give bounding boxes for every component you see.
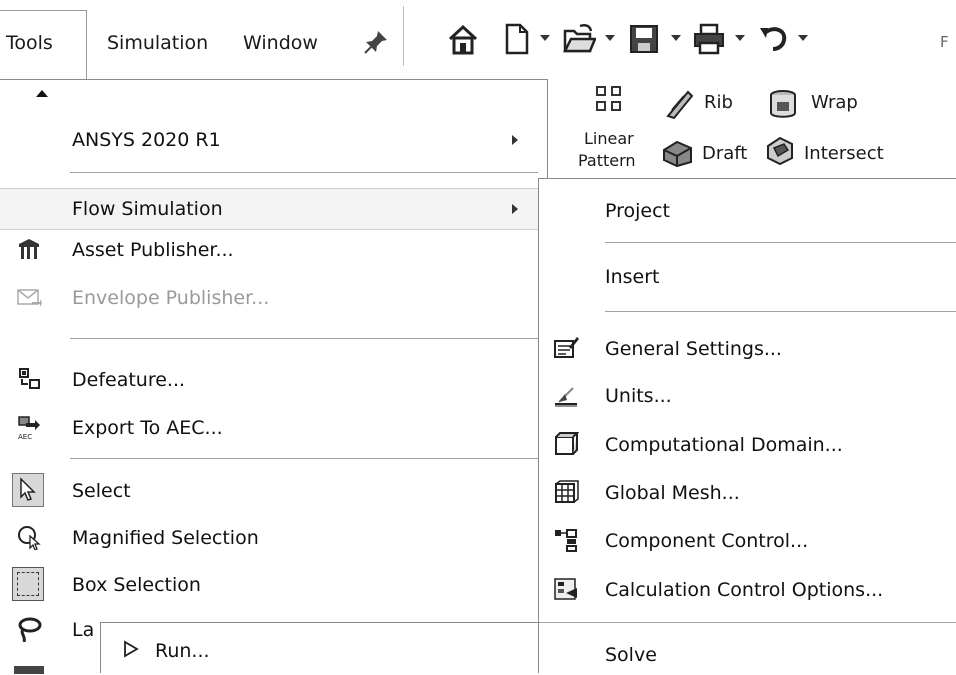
new-document-icon[interactable] [499, 22, 533, 56]
draft-icon[interactable] [661, 136, 693, 168]
menu-separator [70, 172, 538, 173]
menu-item-box-selection[interactable]: Box Selection [0, 565, 546, 605]
menu-item-asset-publisher-label: Asset Publisher... [72, 239, 234, 261]
menu-item-magnified-selection-label: Magnified Selection [72, 527, 259, 549]
calculation-control-icon [554, 578, 577, 600]
menu-bar: Tools Simulation Window F [0, 0, 956, 80]
menu-item-computational-domain[interactable]: Computational Domain... [539, 425, 955, 465]
undo-icon[interactable] [756, 22, 790, 56]
menu-simulation[interactable]: Simulation [107, 32, 208, 54]
save-dropdown-arrow[interactable] [671, 35, 681, 41]
menu-item-insert-label: Insert [605, 266, 660, 288]
flow-simulation-submenu: Project Insert General Settings... Units… [538, 178, 956, 673]
menu-item-box-selection-label: Box Selection [72, 574, 201, 596]
menu-item-calculation-control-options-label: Calculation Control Options... [605, 579, 884, 601]
menu-item-asset-publisher[interactable]: Asset Publisher... [0, 230, 546, 270]
menu-item-global-mesh-label: Global Mesh... [605, 482, 740, 504]
submenu-arrow-icon [512, 204, 518, 214]
menu-item-component-control-label: Component Control... [605, 530, 809, 552]
menu-item-defeature-label: Defeature... [72, 369, 186, 391]
home-icon[interactable] [446, 22, 480, 56]
menu-separator [70, 338, 538, 339]
wrap-label[interactable]: Wrap [811, 92, 858, 113]
menu-item-solve[interactable]: Solve [539, 635, 955, 675]
menu-item-export-to-aec-label: Export To AEC... [72, 417, 223, 439]
menu-item-flow-simulation-label: Flow Simulation [72, 198, 223, 220]
print-dropdown-arrow[interactable] [735, 35, 745, 41]
save-icon[interactable] [627, 22, 661, 56]
menu-window[interactable]: Window [243, 32, 318, 54]
open-dropdown-arrow[interactable] [605, 35, 615, 41]
intersect-label[interactable]: Intersect [804, 143, 884, 164]
menu-item-solve-label: Solve [605, 644, 657, 666]
features-toolbar: t Linear Pattern Rib Wrap Draft Intersec… [540, 80, 956, 180]
global-mesh-icon [555, 480, 579, 503]
menu-item-project[interactable]: Project [539, 191, 955, 231]
asset-publisher-icon [19, 239, 39, 259]
menu-item-run[interactable]: Run... [101, 623, 539, 674]
tools-menu: ANSYS 2020 R1 Flow Simulation Asset Publ… [0, 79, 548, 674]
linear-pattern-icon[interactable] [594, 84, 626, 116]
box-selection-icon [12, 567, 44, 601]
lasso-icon [18, 617, 42, 642]
menu-item-ansys[interactable]: ANSYS 2020 R1 [0, 120, 546, 160]
select-cursor-icon [20, 477, 36, 501]
menu-item-general-settings-label: General Settings... [605, 338, 782, 360]
menu-item-envelope-publisher-label: Envelope Publisher... [72, 287, 270, 309]
menu-separator [539, 622, 956, 623]
menu-item-select-label: Select [72, 480, 131, 502]
menu-item-computational-domain-label: Computational Domain... [605, 434, 843, 456]
menu-item-units-label: Units... [605, 385, 672, 407]
svg-text:AEC: AEC [18, 433, 32, 440]
toolbar-cut-label: F [940, 33, 949, 51]
computational-domain-icon [555, 432, 579, 455]
open-folder-icon[interactable] [562, 22, 596, 56]
menu-item-units[interactable]: Units... [539, 376, 955, 416]
linear-pattern-label-2[interactable]: Pattern [578, 151, 636, 170]
wrap-icon[interactable] [767, 88, 799, 120]
print-icon[interactable] [692, 22, 726, 56]
envelope-publisher-icon [17, 289, 42, 307]
export-aec-icon: AEC [18, 416, 40, 440]
menu-item-lasso-label: La [72, 619, 95, 641]
menu-item-magnified-selection[interactable]: Magnified Selection [0, 518, 546, 558]
menu-item-global-mesh[interactable]: Global Mesh... [539, 473, 955, 513]
menu-item-flow-simulation[interactable]: Flow Simulation [0, 188, 546, 230]
linear-pattern-label-1[interactable]: Linear [584, 129, 634, 148]
run-play-icon [124, 640, 139, 658]
defeature-icon [19, 368, 40, 389]
menu-item-select[interactable]: Select [0, 471, 546, 511]
menu-item-general-settings[interactable]: General Settings... [539, 329, 955, 369]
menu-item-insert[interactable]: Insert [539, 257, 955, 297]
menu-separator [70, 458, 538, 459]
menu-item-project-label: Project [605, 200, 671, 222]
menu-tools[interactable]: Tools [6, 32, 53, 54]
menu-item-envelope-publisher: Envelope Publisher... [0, 278, 546, 318]
menu-separator [605, 311, 956, 312]
menu-item-run-label: Run... [155, 640, 210, 662]
draft-label[interactable]: Draft [702, 143, 747, 164]
menu-separator [605, 242, 956, 243]
menu-item-defeature[interactable]: Defeature... [0, 360, 546, 400]
intersect-icon[interactable] [764, 134, 796, 166]
rib-icon[interactable] [662, 88, 694, 120]
toolbar-separator [403, 6, 404, 66]
units-icon [555, 387, 577, 407]
magnified-selection-icon [18, 526, 41, 550]
scroll-up-arrow-icon[interactable] [36, 90, 48, 97]
general-settings-icon [554, 337, 579, 358]
rib-label[interactable]: Rib [704, 92, 733, 113]
menu-item-export-to-aec[interactable]: AEC Export To AEC... [0, 408, 546, 448]
undo-dropdown-arrow[interactable] [798, 35, 808, 41]
solve-submenu: Run... [100, 622, 540, 673]
pin-icon[interactable] [362, 28, 390, 56]
menu-item-calculation-control-options[interactable]: Calculation Control Options... [539, 570, 955, 610]
menu-item-component-control[interactable]: Component Control... [539, 521, 955, 561]
menu-item-ansys-label: ANSYS 2020 R1 [72, 129, 221, 151]
component-control-icon [555, 529, 577, 552]
submenu-arrow-icon [512, 135, 518, 145]
new-dropdown-arrow[interactable] [540, 35, 550, 41]
